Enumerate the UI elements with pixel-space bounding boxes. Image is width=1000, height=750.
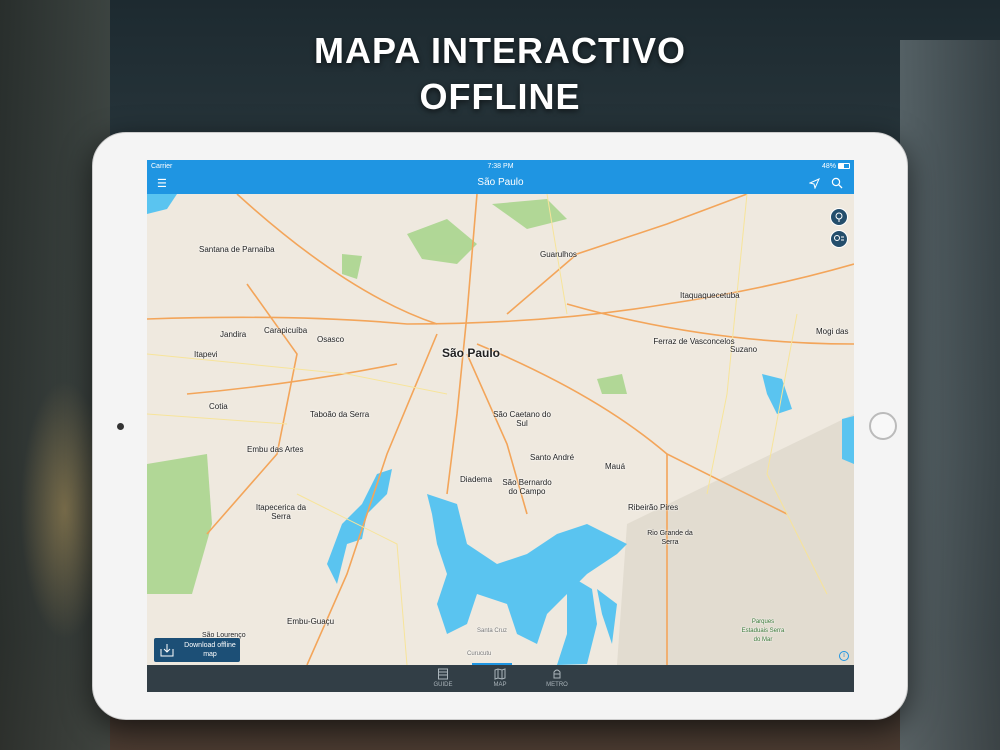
download-offline-map-label: Download offline map <box>184 642 236 658</box>
nav-bar: ☰ São Paulo <box>147 173 854 194</box>
map-label[interactable]: Rio Grande da Serra <box>642 529 698 547</box>
headline-line-1: MAPA INTERACTIVO <box>314 30 686 71</box>
tablet-camera <box>117 423 124 430</box>
map-label[interactable]: Guarulhos <box>540 250 577 259</box>
map-label[interactable]: Itapevi <box>194 350 218 359</box>
map-label[interactable]: Jandira <box>220 330 246 339</box>
map-label[interactable]: Diadema <box>460 475 492 484</box>
battery-percent: 48% <box>821 163 836 170</box>
pin-icon <box>835 212 843 222</box>
map-label[interactable]: Itapecerica da Serra <box>250 503 312 521</box>
map-label[interactable]: Embu das Artes <box>247 445 303 454</box>
status-bar: Carrier 7:38 PM 48% <box>147 160 854 173</box>
tab-map-label: MAP <box>493 682 507 688</box>
map-label[interactable]: Curucutu <box>467 650 491 659</box>
map-label[interactable]: Ferraz de Vasconcelos <box>647 337 741 346</box>
layers-button[interactable] <box>830 230 848 248</box>
map-label[interactable]: Parques Estaduais Serra do Mar <box>739 618 787 645</box>
map-icon <box>494 668 506 680</box>
headline-line-2: OFFLINE <box>419 76 581 117</box>
map-label[interactable]: São Paulo <box>442 347 500 359</box>
pin-list-icon <box>834 235 844 241</box>
map-label[interactable]: Suzano <box>730 345 757 354</box>
battery-icon <box>838 163 850 169</box>
map-label[interactable]: Cotia <box>209 402 228 411</box>
download-offline-map-button[interactable]: Download offline map <box>154 638 240 662</box>
map-label[interactable]: Mogi das <box>816 327 848 336</box>
tab-guide[interactable]: GUIDE <box>423 668 463 688</box>
tab-bar: GUIDE MAP METRO <box>147 665 854 692</box>
map-label[interactable]: Santo André <box>530 453 574 462</box>
nav-title: São Paulo <box>477 177 524 188</box>
map-view[interactable]: São Paulo Santana de Parnaíba Guarulhos … <box>147 194 854 665</box>
poi-filter-button[interactable] <box>830 208 848 226</box>
map-label[interactable]: Carapicuíba <box>264 326 307 335</box>
map-label[interactable]: Taboão da Serra <box>310 410 369 419</box>
map-label[interactable]: Embu-Guaçu <box>287 617 334 626</box>
map-label[interactable]: Santana de Parnaíba <box>199 245 275 254</box>
tab-metro[interactable]: METRO <box>537 668 577 688</box>
background-building-right <box>900 40 1000 750</box>
download-icon <box>160 644 174 657</box>
search-icon[interactable] <box>831 177 843 189</box>
app-screen: Carrier 7:38 PM 48% ☰ São Paulo São Paul… <box>147 160 854 692</box>
map-label[interactable]: São Bernardo do Campo <box>497 478 557 496</box>
location-arrow-icon[interactable] <box>809 178 820 189</box>
map-label[interactable]: Itaquaquecetuba <box>680 291 740 300</box>
map-label[interactable]: Santa Cruz <box>477 627 507 636</box>
map-label[interactable]: Osasco <box>317 335 344 344</box>
map-label[interactable]: Ribeirão Pires <box>628 503 678 512</box>
metro-icon <box>553 669 561 679</box>
tab-guide-label: GUIDE <box>433 682 453 688</box>
clock: 7:38 PM <box>487 163 514 170</box>
tablet-home-button <box>869 412 897 440</box>
tab-map[interactable]: MAP <box>480 668 520 688</box>
map-canvas <box>147 194 854 665</box>
map-label[interactable]: Mauá <box>605 462 625 471</box>
guide-icon <box>438 668 448 680</box>
tab-metro-label: METRO <box>546 682 568 688</box>
info-icon[interactable]: i <box>839 651 849 661</box>
map-label[interactable]: São Caetano do Sul <box>490 410 554 428</box>
